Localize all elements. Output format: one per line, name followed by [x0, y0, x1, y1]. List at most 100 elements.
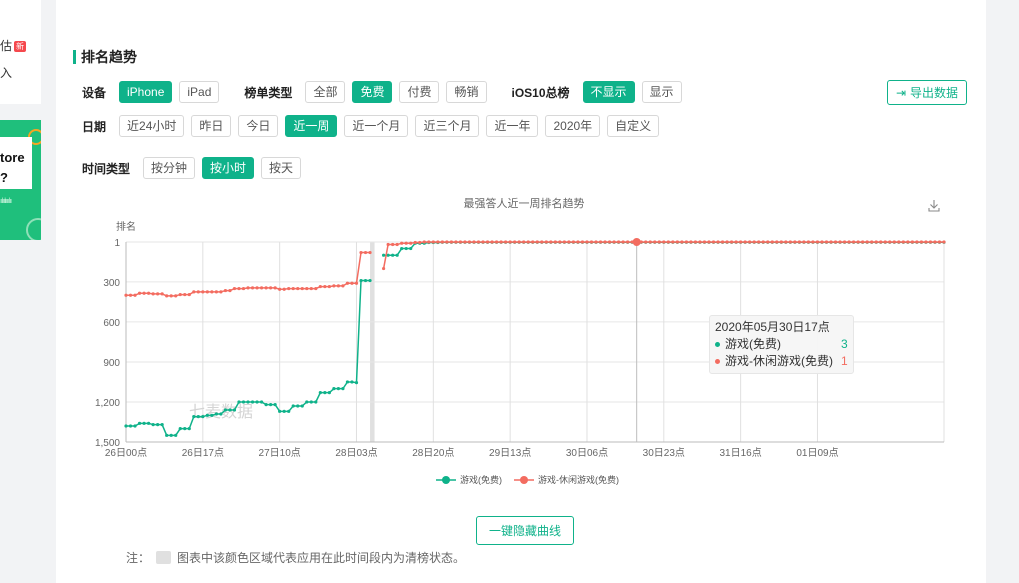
x-tick-label: 26日17点: [182, 447, 224, 459]
data-point: [870, 240, 874, 244]
data-point: [404, 246, 408, 251]
data-point: [287, 409, 291, 413]
data-point: [888, 240, 892, 244]
date-option[interactable]: 近一周: [285, 115, 338, 137]
data-point: [937, 240, 942, 244]
tooltip-row-casual: 游戏-休闲游戏(免费) 1: [715, 353, 848, 370]
data-point: [915, 240, 919, 244]
y-tick-label: 900: [103, 358, 120, 369]
list-type-option[interactable]: 全部: [305, 81, 346, 103]
data-point: [463, 240, 467, 244]
data-point: [246, 286, 250, 290]
data-point: [861, 240, 865, 244]
data-point: [187, 427, 191, 431]
title-accent-bar: [73, 50, 76, 64]
time-type-option[interactable]: 按小时: [202, 157, 255, 179]
data-point: [522, 240, 526, 244]
data-point: [766, 240, 770, 244]
data-point: [598, 240, 603, 244]
data-point: [797, 240, 801, 244]
data-point: [409, 241, 413, 245]
time-type-option[interactable]: 按分钟: [143, 157, 196, 179]
device-option[interactable]: iPhone: [119, 81, 173, 103]
data-point: [504, 240, 508, 244]
sidebar-card: 估新 入: [0, 0, 41, 104]
data-point: [178, 292, 182, 297]
date-option[interactable]: 近三个月: [415, 115, 480, 137]
date-option[interactable]: 自定义: [607, 115, 660, 137]
data-point: [124, 424, 128, 428]
date-option[interactable]: 近一个月: [344, 115, 409, 137]
data-point: [359, 278, 363, 283]
ios10-option[interactable]: 显示: [641, 81, 682, 103]
date-option[interactable]: 今日: [238, 115, 279, 137]
data-point: [562, 240, 566, 244]
x-tick-label: 27日10点: [259, 447, 301, 459]
export-data-button[interactable]: ⇥ 导出数据: [887, 80, 967, 105]
date-option[interactable]: 近一年: [486, 115, 539, 137]
data-point: [368, 278, 372, 283]
data-point: [576, 240, 580, 244]
legend-label[interactable]: 游戏-休闲游戏(免费): [538, 474, 619, 485]
device-option[interactable]: iPad: [179, 81, 220, 103]
data-point: [368, 250, 372, 255]
date-option[interactable]: 昨日: [191, 115, 232, 137]
device-label: 设备: [82, 85, 107, 100]
data-point: [508, 240, 512, 244]
list-type-option[interactable]: 免费: [352, 81, 393, 103]
ring-decoration: [26, 218, 41, 240]
time-type-option[interactable]: 按天: [261, 157, 302, 179]
data-point: [160, 423, 164, 427]
data-point: [232, 408, 237, 412]
data-point: [228, 288, 232, 293]
data-point: [291, 286, 295, 291]
data-point: [160, 292, 164, 296]
y-tick-label: 300: [103, 278, 120, 289]
y-tick-label: 1: [114, 238, 120, 249]
data-point: [183, 427, 187, 431]
data-point: [124, 293, 128, 297]
promo-banner[interactable]: tore? ıılıılıııılıı: [0, 120, 41, 240]
data-point: [228, 408, 232, 412]
data-point: [305, 400, 309, 404]
data-point: [309, 286, 313, 291]
ios10-option[interactable]: 不显示: [582, 81, 635, 103]
data-point: [802, 240, 806, 244]
data-point: [205, 413, 209, 417]
data-point: [341, 284, 345, 288]
date-option[interactable]: 近24小时: [119, 115, 185, 137]
data-point: [151, 423, 155, 427]
data-point: [223, 408, 228, 412]
y-tick-label: 1,200: [95, 398, 120, 409]
sidebar-item-entry[interactable]: 入: [0, 64, 12, 81]
list-type-option[interactable]: 畅销: [446, 81, 487, 103]
data-point: [165, 433, 169, 437]
data-point: [323, 391, 327, 395]
data-point: [296, 286, 300, 291]
data-point: [250, 400, 255, 404]
data-point: [395, 253, 399, 257]
data-point: [784, 240, 788, 244]
data-point: [761, 240, 765, 244]
download-icon[interactable]: [928, 200, 940, 212]
ios10-label: iOS10总榜: [511, 85, 570, 100]
data-point: [535, 240, 539, 244]
date-option[interactable]: 2020年: [545, 115, 601, 137]
sidebar-item-estimate[interactable]: 估新: [0, 37, 27, 54]
data-point: [137, 291, 142, 295]
data-point: [897, 240, 901, 244]
data-point: [255, 286, 259, 290]
data-point: [201, 290, 205, 294]
data-point: [363, 278, 368, 283]
y-axis-label: 排名: [116, 220, 136, 233]
data-point: [653, 240, 657, 244]
data-point: [558, 240, 562, 244]
legend-label[interactable]: 游戏(免费): [460, 474, 502, 485]
hide-all-lines-button[interactable]: 一键隐藏曲线: [476, 516, 574, 545]
x-tick-label: 26日00点: [105, 447, 147, 459]
data-point: [133, 293, 137, 297]
section-title: 排名趋势: [73, 47, 137, 67]
data-point: [440, 240, 444, 244]
data-point: [680, 240, 684, 244]
list-type-option[interactable]: 付费: [399, 81, 440, 103]
